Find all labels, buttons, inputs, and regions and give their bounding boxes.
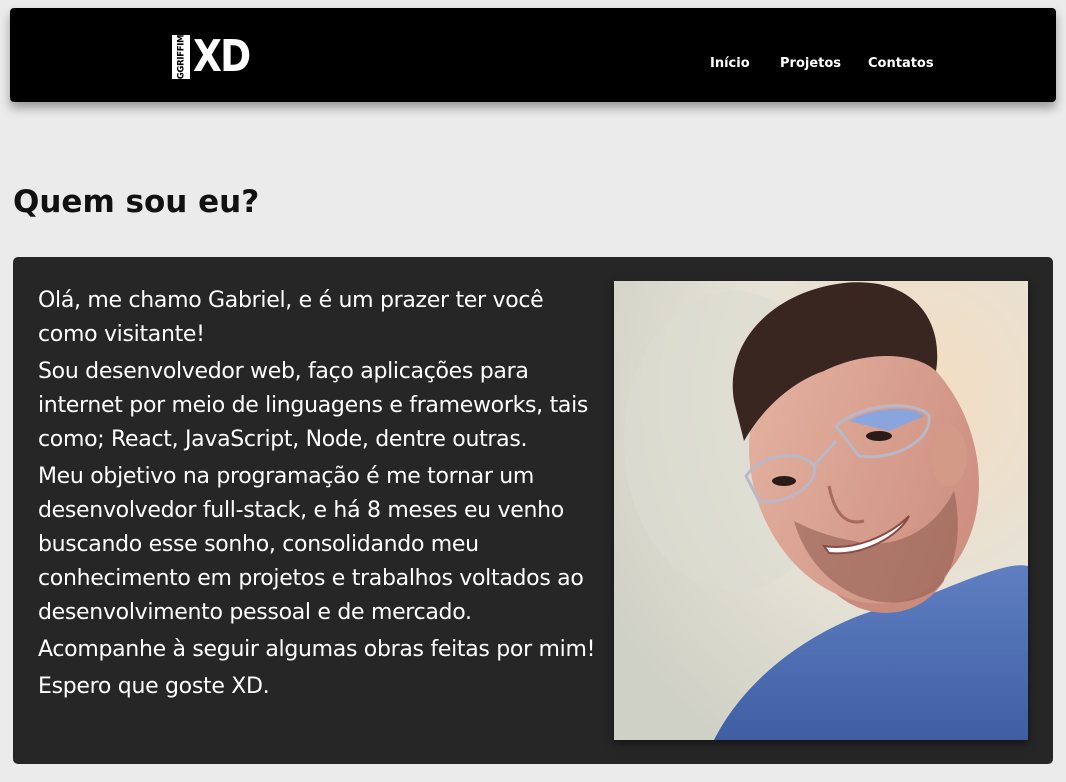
about-paragraph-goal: Meu objetivo na programação é me tornar … <box>38 464 584 625</box>
nav-link-projetos[interactable]: Projetos <box>780 54 841 74</box>
top-header: GGRIFFIM XD Início Projetos Contatos <box>10 8 1056 102</box>
nav-link-contatos[interactable]: Contatos <box>868 54 934 74</box>
about-paragraph-follow: Acompanhe à seguir algumas obras feitas … <box>38 637 596 662</box>
profile-photo <box>614 281 1028 740</box>
nav-link-inicio[interactable]: Início <box>710 54 750 74</box>
about-text: Olá, me chamo Gabriel, e é um prazer ter… <box>38 284 598 707</box>
page: GGRIFFIM XD Início Projetos Contatos Que… <box>0 0 1066 782</box>
about-paragraph-skills: Sou desenvolvedor web, faço aplicações p… <box>38 359 589 452</box>
page-title: Quem sou eu? <box>13 184 260 220</box>
about-card: Olá, me chamo Gabriel, e é um prazer ter… <box>13 257 1053 764</box>
profile-photo-illustration <box>614 281 1028 740</box>
about-paragraph-closing: Espero que goste XD. <box>38 674 270 699</box>
main-nav: Início Projetos Contatos <box>10 54 1056 74</box>
about-paragraph-greeting: Olá, me chamo Gabriel, e é um prazer ter… <box>38 288 544 347</box>
